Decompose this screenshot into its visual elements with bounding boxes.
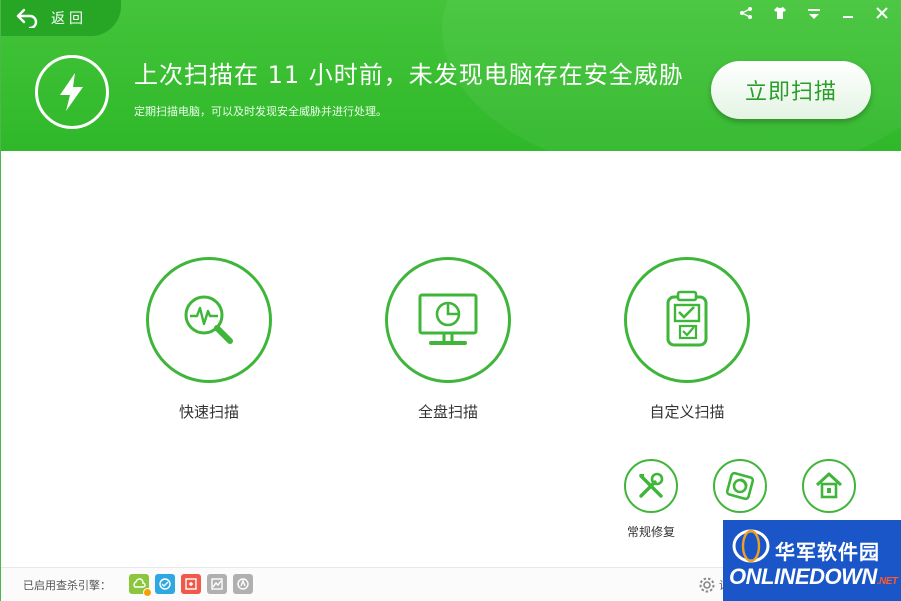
skin-icon[interactable] [770, 4, 790, 22]
watermark-suffix: .NET [876, 576, 898, 587]
system-repair-engine-icon[interactable] [181, 574, 201, 594]
lock-home-icon [815, 472, 843, 499]
qvm-engine-icon[interactable] [155, 574, 175, 594]
close-icon[interactable] [872, 4, 892, 22]
monitor-icon [418, 293, 478, 345]
regular-repair-ring[interactable] [624, 459, 678, 513]
quick-scan-ring[interactable] [146, 257, 272, 383]
avira-engine-icon[interactable] [233, 574, 253, 594]
engines-label: 已启用查杀引擎： [23, 579, 111, 592]
custom-scan-ring[interactable] [624, 257, 750, 383]
checklist-icon [666, 290, 708, 347]
site-watermark: 华军软件园 ONLINEDOWN.NET [723, 520, 901, 601]
custom-scan-label: 自定义扫描 [649, 403, 725, 421]
regular-repair-label: 常规修复 [626, 525, 675, 539]
window-controls [736, 4, 892, 22]
antivirus-window: 返回 上次扫描在 11 小时前，未发现电脑存在安全威胁 定期扫描电脑，可以及时发… [0, 0, 901, 601]
watermark-top: 华军软件园 [775, 540, 880, 564]
lightning-icon [35, 55, 109, 129]
magnifier-pulse-icon [184, 295, 233, 344]
clean-icon [725, 471, 755, 501]
minimize-icon[interactable] [838, 4, 858, 22]
menu-icon[interactable] [804, 4, 824, 22]
share-icon[interactable] [736, 4, 756, 22]
scan-header: 返回 上次扫描在 11 小时前，未发现电脑存在安全威胁 定期扫描电脑，可以及时发… [1, 0, 901, 151]
quick-scan-label: 快速扫描 [178, 403, 239, 421]
back-button[interactable]: 返回 [1, 0, 121, 36]
watermark-bottom: ONLINEDOWN.NET [729, 564, 898, 590]
back-label: 返回 [51, 11, 87, 27]
scan-now-button[interactable]: 立即扫描 [711, 61, 871, 119]
full-scan-label: 全盘扫描 [417, 403, 478, 421]
full-scan-ring[interactable] [385, 257, 511, 383]
globe-logo-icon [732, 529, 770, 563]
tool-protect[interactable] [794, 459, 864, 523]
tools-icon [639, 472, 664, 498]
clean-ring[interactable] [713, 459, 767, 513]
ai-engine-icon[interactable] [207, 574, 227, 594]
protect-ring[interactable] [802, 459, 856, 513]
engine-warning-badge [143, 588, 152, 597]
scan-status-headline: 上次扫描在 11 小时前，未发现电脑存在安全威胁 [134, 61, 684, 89]
full-scan-option[interactable]: 全盘扫描 [363, 257, 533, 422]
watermark-brand: ONLINEDOWN [729, 564, 877, 589]
custom-scan-option[interactable]: 自定义扫描 [602, 257, 772, 422]
scan-status-subline: 定期扫描电脑，可以及时发现安全威胁并进行处理。 [134, 105, 387, 118]
quick-scan-option[interactable]: 快速扫描 [124, 257, 294, 422]
gear-icon[interactable] [698, 576, 716, 594]
tool-regular-repair[interactable]: 常规修复 [616, 459, 686, 540]
back-arrow-icon [16, 8, 38, 28]
cloud-engine-icon[interactable] [129, 574, 152, 597]
engine-list [129, 574, 253, 597]
